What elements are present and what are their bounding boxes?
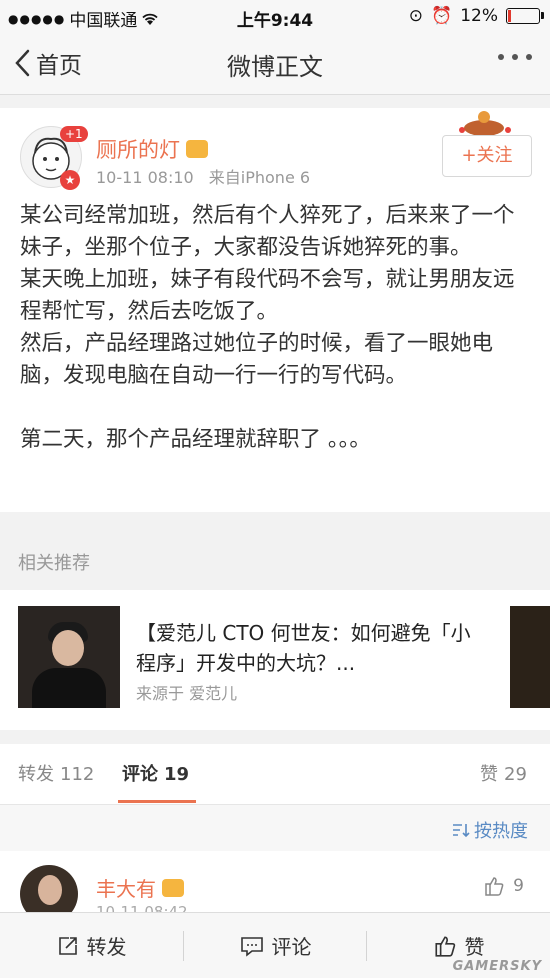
- recommend-title: 【爱范儿 CTO 何世友：如何避免「小程序」开发中的大坑？...: [136, 621, 471, 675]
- rotation-lock-icon: ⊙: [408, 6, 424, 26]
- tab-repost-label: 转发: [18, 764, 54, 785]
- tab-like-label: 赞: [480, 764, 498, 785]
- battery-fill: [508, 10, 511, 22]
- tab-repost-count: 112: [60, 764, 95, 785]
- recommend-thumbnail: [18, 606, 120, 708]
- comment-like-button[interactable]: 9: [483, 875, 524, 897]
- repost-button[interactable]: 转发: [0, 913, 183, 978]
- status-bar: ●●●●● 中国联通 上午9:44 ⊙ ⏰ 12%: [0, 0, 550, 32]
- comment-username[interactable]: 丰大有: [96, 873, 184, 902]
- comment-button[interactable]: 评论: [184, 913, 367, 978]
- comment-label: 评论: [271, 935, 312, 959]
- repost-icon: [58, 936, 77, 955]
- battery-percent: 12%: [460, 6, 498, 26]
- verified-star-icon: ★: [60, 170, 80, 190]
- post-username[interactable]: 厕所的灯: [96, 134, 208, 164]
- post-paragraph: 第二天，那个产品经理就辞职了 。。。: [20, 427, 371, 452]
- battery-icon: [506, 8, 544, 24]
- thumbs-up-icon: [485, 877, 504, 896]
- post-paragraph: 某公司经常加班，然后有个人猝死了，后来来了一个妹子，坐那个位子，大家都没告诉她猝…: [20, 203, 515, 260]
- like-label: 赞: [464, 935, 485, 959]
- vip-crown-icon: [162, 878, 184, 897]
- alarm-icon: ⏰: [431, 6, 453, 26]
- page-title: 微博正文: [227, 53, 323, 81]
- post-paragraph: 某天晚上加班，妹子有段代码不会写，就让男朋友远程帮忙写，然后去吃饭了。: [20, 267, 515, 324]
- comment-username-label: 丰大有: [96, 877, 156, 901]
- decoration-icon: [459, 111, 511, 136]
- tab-comment[interactable]: 评论 19: [122, 760, 189, 786]
- post-card: +1 ★ 厕所的灯 10-11 08:10 来自iPhone 6 +关注 某公司…: [0, 108, 550, 512]
- watermark: GAMERSKY: [452, 959, 542, 974]
- post-time: 10-11 08:10: [96, 168, 194, 187]
- recommend-label: 相关推荐: [18, 553, 90, 574]
- recommend-card[interactable]: 【爱范儿 CTO 何世友：如何避免「小程序」开发中的大坑？... 来源于 爱范儿: [0, 590, 550, 730]
- nav-bar: 首页 微博正文: [0, 32, 550, 95]
- sort-button[interactable]: 按热度: [452, 817, 528, 843]
- status-right: ⊙ ⏰ 12%: [408, 6, 544, 26]
- tab-repost[interactable]: 转发 112: [18, 760, 94, 786]
- post-body: 某公司经常加班，然后有个人猝死了，后来来了一个妹子，坐那个位子，大家都没告诉她猝…: [20, 200, 530, 456]
- tab-like[interactable]: 赞 29: [480, 760, 527, 786]
- post-meta: 10-11 08:10 来自iPhone 6: [96, 164, 310, 188]
- sort-label: 按热度: [474, 821, 528, 842]
- sort-bar: 按热度: [0, 805, 550, 851]
- post-paragraph: 然后，产品经理路过她位子的时候，看了一眼她电脑，发现电脑在自动一行一行的写代码。: [20, 331, 494, 388]
- more-icon[interactable]: [498, 54, 532, 60]
- bottom-toolbar: 转发 评论 赞 GAMERSKY: [0, 912, 550, 978]
- tab-comment-label: 评论: [122, 764, 158, 785]
- recommend-next-thumbnail[interactable]: [510, 606, 550, 708]
- tab-comment-count: 19: [164, 764, 190, 785]
- recommend-source: 来源于 爱范儿: [136, 684, 238, 703]
- post-source: 来自iPhone 6: [208, 168, 311, 187]
- active-tab-indicator: [118, 800, 196, 803]
- comment-item: 丰大有 9 10-11 08:42: [0, 851, 550, 921]
- thumbs-up-icon: [434, 935, 455, 957]
- comment-like-count: 9: [513, 876, 524, 896]
- comment-icon: [240, 936, 263, 957]
- post-username-label: 厕所的灯: [96, 138, 180, 162]
- tab-like-count: 29: [504, 764, 527, 785]
- repost-label: 转发: [86, 935, 127, 959]
- notification-badge: +1: [60, 126, 88, 142]
- interaction-tabs: 转发 112 评论 19 赞 29: [0, 744, 550, 805]
- vip-crown-icon: [186, 140, 208, 158]
- follow-button[interactable]: +关注: [442, 135, 532, 177]
- sort-icon: [453, 824, 470, 838]
